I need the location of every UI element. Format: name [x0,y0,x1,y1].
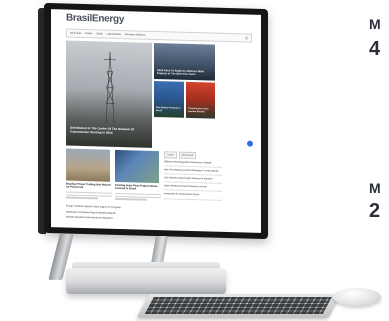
scroll-top-button[interactable] [247,140,253,147]
side-heading-fragment-2: 4 [369,38,381,60]
tab-most-read[interactable]: Most Read [178,151,197,159]
hero-small-right-caption: Transmission Lines Auction Results [188,107,209,114]
tab-latest[interactable]: Latest [164,151,177,159]
card-excerpt-1 [66,191,112,200]
side-heading-fragment-1: M [369,16,381,32]
hero-story-small-right[interactable]: Transmission Lines Auction Results [186,81,215,119]
hero-story-top-right[interactable]: Shell Aims To Begin Its Offshore Wind Pr… [154,42,215,81]
side-heading-fragment-3: M [369,180,381,196]
list-item[interactable]: Biofuels Mandate Under Review By Regulat… [66,217,158,222]
list-item[interactable]: Investment In Transmission Grows [164,194,222,200]
list-item[interactable]: Grid Operator Sees Higher Demand In Summ… [164,177,222,184]
nav-item-power[interactable]: Power [85,32,92,35]
card-excerpt-2 [115,192,161,202]
mouse [333,288,381,306]
transmission-tower-icon [104,51,116,124]
computer-base [66,268,226,294]
nav-item-premium[interactable]: Premium Editions [125,33,145,37]
hero-story-small-left[interactable]: New Battery Projects in Brazil [154,80,184,118]
news-list: Energy Transition Agenda Gains Support I… [66,205,158,224]
list-item[interactable]: Energy Transition Agenda Gains Support I… [66,205,158,210]
card-title-2[interactable]: Floating Solar Plant Project Moves Forwa… [115,184,161,191]
nav-item-latest-news[interactable]: Latest News [107,33,121,36]
list-item[interactable]: Hydro Reservoirs Reach Seasonal Levels [164,185,222,192]
nav-item-grids[interactable]: Grids [96,32,102,35]
nav-item-oil-gas[interactable]: Oil & Gas [70,32,81,35]
search-icon[interactable]: ⚲ [245,35,248,40]
hero-main-story[interactable]: Distribution In The Center Of The Networ… [66,40,152,148]
site-logo[interactable]: BrasilEnergy [66,12,124,25]
list-item[interactable]: Distribution Companies Report Quarterly … [66,211,158,216]
monitor-screen: BrasilEnergy Oil & Gas Power Grids Lates… [51,9,261,233]
card-title-1[interactable]: Brazilian Power Trading Hits Record As P… [66,182,112,189]
hero-top-right-caption: Shell Aims To Begin Its Offshore Wind Pr… [157,69,205,77]
keyboard-keys [144,297,332,314]
sidebar-tabs: Latest Most Read [164,151,222,159]
keyboard [136,294,342,318]
list-item[interactable]: New Gas Pipeline Auction Scheduled For N… [164,169,222,176]
side-heading-fragment-4: 2 [369,200,381,222]
list-item[interactable]: Offshore Wind Regulation Advances In Sen… [164,161,222,168]
hero-small-left-caption: New Battery Projects in Brazil [156,107,181,112]
hero-main-caption: Distribution In The Center Of The Networ… [70,125,135,135]
sidebar-news: Latest Most Read Offshore Wind Regulatio… [164,151,222,231]
card-image-2[interactable] [115,149,159,184]
scene: M 4 M 2 BrasilEnergy Oil & Gas Power Gri… [0,0,389,321]
card-image-1[interactable] [66,148,110,182]
